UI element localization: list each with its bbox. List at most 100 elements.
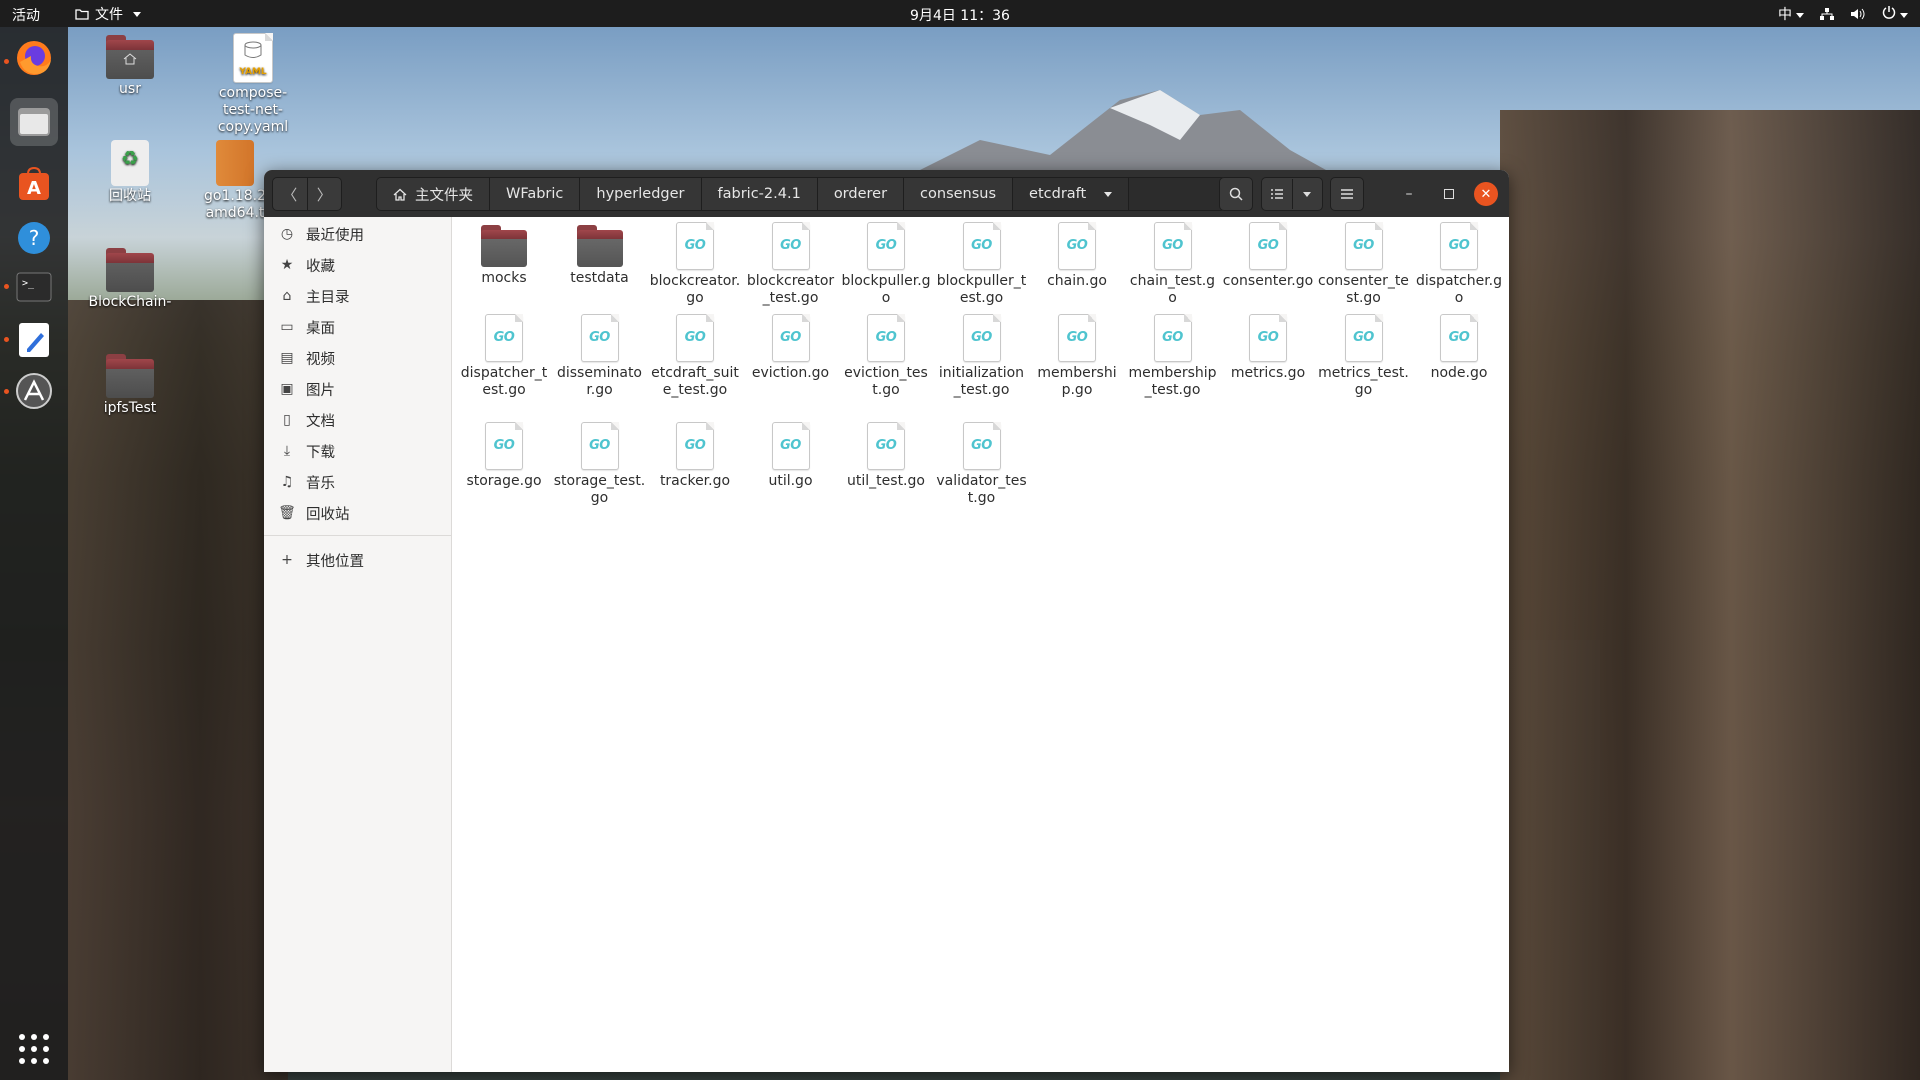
file-name: storage.go [466,473,542,489]
dock-updater[interactable] [10,367,58,415]
sidebar-item-other-locations[interactable]: + 其他位置 [264,543,451,577]
crumb-hyperledger[interactable]: hyperledger [580,178,702,210]
yaml-badge: YAML [239,67,267,77]
file-item[interactable]: GO metrics.go [1222,314,1314,382]
file-item[interactable]: GO consenter.go [1222,222,1314,290]
back-button[interactable]: 〈 [273,178,308,210]
go-file-icon: GO [1344,222,1383,270]
file-name: mocks [481,270,527,286]
minimize-button[interactable]: – [1397,182,1421,206]
crumb-home[interactable]: 主文件夹 [377,178,490,210]
desktop-icon-yaml[interactable]: YAML compose-test-net-copy.yaml [203,33,303,136]
file-item[interactable]: GO membership.go [1031,314,1123,399]
sidebar-item-recent[interactable]: ◷ 最近使用 [264,217,451,251]
sidebar-item-label: 桌面 [306,320,335,337]
input-method-indicator[interactable]: 中 [1778,4,1804,24]
file-item[interactable]: GO chain_test.go [1127,222,1219,307]
list-view-button[interactable] [1262,179,1293,209]
file-item[interactable]: GO dispatcher.go [1413,222,1505,307]
file-name: blockcreator_test.go [746,273,835,306]
sidebar-item-starred[interactable]: ★ 收藏 [264,248,451,282]
file-item[interactable]: GO blockcreator_test.go [745,222,837,307]
file-item[interactable]: GO storage.go [458,422,550,490]
system-tray[interactable]: 中 [1778,4,1908,24]
file-item[interactable]: GO etcdraft_suite_test.go [649,314,741,399]
header-bar: 〈 〉 主文件夹 WFabric hyperledger fabric-2.4.… [264,170,1509,217]
file-item[interactable]: GO tracker.go [649,422,741,490]
menu-button[interactable] [1330,177,1364,211]
file-item[interactable]: GO chain.go [1031,222,1123,290]
sidebar-item-home[interactable]: ⌂ 主目录 [264,279,451,313]
file-item[interactable]: GO eviction_test.go [840,314,932,399]
maximize-button[interactable] [1437,182,1461,206]
crumb-etcdraft[interactable]: etcdraft [1013,178,1130,210]
dock-help[interactable]: ? [10,214,58,262]
file-item[interactable]: GO eviction.go [745,314,837,382]
volume-icon[interactable] [1850,7,1866,21]
power-menu[interactable] [1882,5,1908,23]
clock[interactable]: 9月4日 11：36 [0,5,1920,25]
file-item[interactable]: GO dispatcher_test.go [458,314,550,399]
desktop-icon-ipfstest[interactable]: ipfsTest [80,354,180,417]
go-badge: GO [589,330,610,345]
home-folder-icon [106,35,154,79]
help-icon: ? [18,222,50,254]
file-item[interactable]: GO consenter_test.go [1318,222,1410,307]
go-file-icon: GO [1058,222,1096,270]
software-store-icon: A [19,166,49,200]
crumb-consensus[interactable]: consensus [904,178,1014,210]
close-button[interactable]: ✕ [1474,182,1498,206]
chevron-down-icon [1104,191,1113,197]
sidebar-item-music[interactable]: ♫ 音乐 [264,465,451,499]
file-item[interactable]: GO storage_test.go [554,422,646,507]
go-badge: GO [493,330,515,345]
go-badge: GO [684,438,706,453]
file-name: consenter.go [1222,273,1314,289]
view-options-button[interactable] [1293,179,1323,209]
go-badge: GO [684,330,706,345]
sidebar-item-videos[interactable]: ▤ 视频 [264,341,451,375]
dock-files[interactable] [10,98,58,146]
desktop-icon-trash[interactable]: ♻ 回收站 [80,140,180,205]
desktop-icon-usr[interactable]: usr [80,35,180,98]
dock-firefox[interactable] [10,34,58,82]
file-item[interactable]: GO membership_test.go [1127,314,1219,399]
crumb-label: etcdraft [1029,186,1087,202]
sidebar-item-documents[interactable]: ▯ 文档 [264,403,451,437]
sidebar-item-desktop[interactable]: ▭ 桌面 [264,310,451,344]
crumb-fabric[interactable]: fabric-2.4.1 [701,178,818,210]
file-item[interactable]: GO blockpuller_test.go [936,222,1028,307]
dock-text-editor[interactable] [10,316,58,364]
sidebar-item-pictures[interactable]: ▣ 图片 [264,372,451,406]
network-icon[interactable] [1820,7,1834,21]
dock-terminal[interactable]: >_ [10,263,58,311]
dock-software[interactable]: A [10,160,58,208]
go-badge: GO [971,238,992,253]
sidebar-item-trash[interactable]: 🗑 回收站 [264,496,451,530]
file-item[interactable]: GO validator_test.go [936,422,1028,507]
folder-item[interactable]: mocks [458,222,550,287]
file-item[interactable]: GO node.go [1413,314,1505,382]
file-name: metrics_test.go [1318,365,1409,398]
crumb-wfabric[interactable]: WFabric [490,178,581,210]
file-item[interactable]: GO util_test.go [840,422,932,490]
show-applications-icon[interactable] [19,1034,49,1064]
file-item[interactable]: GO blockpuller.go [840,222,932,307]
file-item[interactable]: GO util.go [745,422,837,490]
input-method-label: 中 [1778,7,1792,23]
sidebar-item-downloads[interactable]: ⤓ 下载 [264,434,451,468]
file-item[interactable]: GO blockcreator.go [649,222,741,307]
forward-button[interactable]: 〉 [308,178,342,210]
file-name: chain.go [1047,273,1107,289]
file-name: initialization_test.go [938,365,1025,398]
folder-item[interactable]: testdata [554,222,646,287]
path-bar: 主文件夹 WFabric hyperledger fabric-2.4.1 or… [376,177,1227,211]
clock-icon: ◷ [280,226,294,242]
file-item[interactable]: GO initialization_test.go [936,314,1028,399]
desktop-icon-go-archive[interactable]: go1.18.2 amd64.t [200,140,270,222]
crumb-orderer[interactable]: orderer [817,178,905,210]
desktop-icon-blockchain[interactable]: BlockChain- [80,248,180,311]
search-button[interactable] [1219,177,1253,211]
file-item[interactable]: GO disseminator.go [554,314,646,399]
file-item[interactable]: GO metrics_test.go [1318,314,1410,399]
